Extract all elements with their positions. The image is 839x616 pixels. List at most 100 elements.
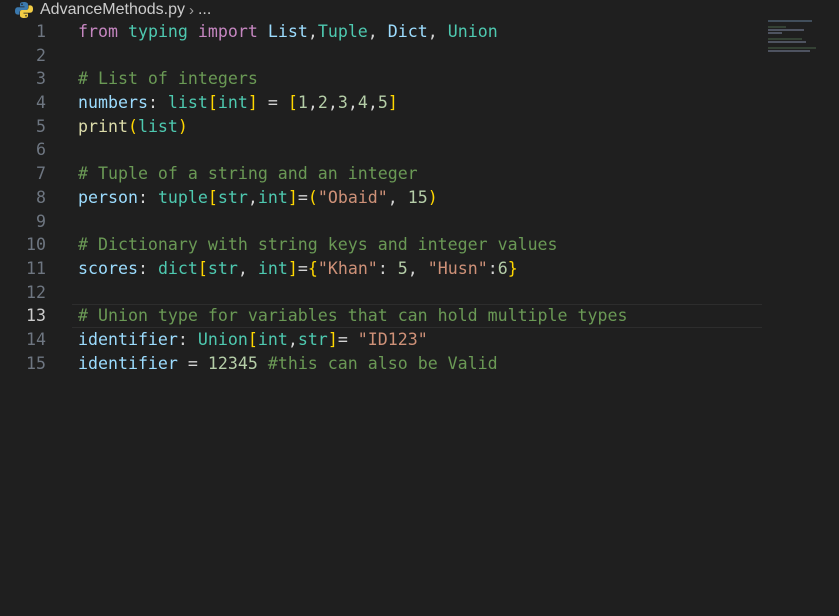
line-number: 8 bbox=[36, 187, 46, 207]
line-number: 2 bbox=[36, 45, 46, 65]
line-number: 4 bbox=[36, 93, 46, 113]
code-content[interactable]: from typing import List,Tuple, Dict, Uni… bbox=[78, 20, 498, 44]
code-content[interactable]: # List of integers bbox=[78, 67, 258, 91]
code-token: Union bbox=[447, 22, 498, 41]
code-content[interactable]: # Tuple of a string and an integer bbox=[78, 162, 418, 186]
code-token: [ bbox=[207, 187, 218, 207]
code-token: numbers bbox=[78, 93, 148, 113]
code-token: , bbox=[367, 22, 388, 41]
code-line[interactable]: 2 bbox=[0, 44, 839, 68]
code-token: # Union type for variables that can hold… bbox=[78, 306, 628, 326]
code-token: #this can also be Valid bbox=[267, 353, 498, 373]
code-token: "Husn" bbox=[427, 258, 488, 278]
code-token: : bbox=[137, 187, 158, 207]
code-token: ] bbox=[247, 93, 258, 113]
code-line[interactable]: 6 bbox=[0, 138, 839, 162]
code-editor[interactable]: 1 from typing import List,Tuple, Dict, Un… bbox=[0, 20, 839, 375]
code-token: [ bbox=[287, 93, 298, 113]
python-file-icon bbox=[14, 1, 34, 19]
code-token: "Obaid" bbox=[317, 187, 388, 207]
code-token: # Dictionary with string keys and intege… bbox=[78, 235, 558, 255]
code-line[interactable]: 4 numbers: list[int] = [1,2,3,4,5] bbox=[0, 91, 839, 115]
code-token: = bbox=[337, 329, 358, 349]
code-line[interactable]: 15 identifier = 12345 #this can also be V… bbox=[0, 352, 839, 376]
line-number: 3 bbox=[36, 69, 46, 89]
code-token: "Khan" bbox=[317, 258, 378, 278]
code-line[interactable]: 9 bbox=[0, 210, 839, 234]
code-token: ] bbox=[327, 329, 338, 349]
code-line[interactable]: 7 # Tuple of a string and an integer bbox=[0, 162, 839, 186]
code-token: list bbox=[167, 93, 208, 113]
minimap[interactable] bbox=[768, 20, 828, 60]
code-token: [ bbox=[207, 93, 218, 113]
code-token: = bbox=[297, 187, 308, 207]
line-number: 5 bbox=[36, 116, 46, 136]
line-number: 6 bbox=[36, 140, 46, 160]
code-token: ] bbox=[287, 187, 298, 207]
line-number: 15 bbox=[26, 353, 46, 373]
code-token: str bbox=[217, 187, 248, 207]
code-content[interactable]: # Dictionary with string keys and intege… bbox=[78, 233, 558, 257]
code-token: Dict bbox=[387, 22, 428, 41]
code-line[interactable]: 11 scores: dict[str, int]={"Khan": 5, "Hu… bbox=[0, 257, 839, 281]
code-token: 5 bbox=[397, 258, 408, 278]
code-token: = bbox=[297, 258, 308, 278]
code-token: ] bbox=[287, 258, 298, 278]
code-token: , bbox=[407, 258, 428, 278]
code-content[interactable]: identifier = 12345 #this can also be Val… bbox=[78, 352, 498, 376]
code-token: tuple bbox=[157, 187, 208, 207]
code-line[interactable]: 12 bbox=[0, 281, 839, 305]
line-number: 10 bbox=[26, 235, 46, 255]
code-line[interactable]: 14 identifier: Union[int,str]= "ID123" bbox=[0, 328, 839, 352]
code-token: # Tuple of a string and an integer bbox=[78, 164, 418, 184]
line-number: 11 bbox=[26, 258, 46, 278]
code-content[interactable]: scores: dict[str, int]={"Khan": 5, "Husn… bbox=[78, 257, 518, 281]
code-token: scores bbox=[78, 258, 138, 278]
code-line[interactable]: 3 # List of integers bbox=[0, 67, 839, 91]
line-number: 13 bbox=[26, 306, 46, 326]
code-line[interactable]: 13 # Union type for variables that can ho… bbox=[0, 304, 839, 328]
line-number: 12 bbox=[26, 282, 46, 302]
code-content[interactable]: person: tuple[str,int]=("Obaid", 15) bbox=[78, 186, 438, 210]
code-token: list bbox=[137, 116, 178, 136]
code-token: : bbox=[487, 258, 498, 278]
code-token: } bbox=[507, 258, 518, 278]
code-token: = bbox=[257, 93, 288, 113]
breadcrumb-ellipsis[interactable]: ... bbox=[198, 1, 211, 19]
code-token: : bbox=[377, 258, 398, 278]
code-token: Union bbox=[197, 329, 248, 349]
breadcrumb[interactable]: AdvanceMethods.py › ... bbox=[0, 0, 211, 20]
breadcrumb-file-name[interactable]: AdvanceMethods.py bbox=[40, 1, 185, 19]
code-token: , bbox=[307, 93, 318, 113]
code-content[interactable]: # Union type for variables that can hold… bbox=[78, 304, 627, 328]
code-token: , bbox=[237, 258, 258, 278]
code-content[interactable]: numbers: list[int] = [1,2,3,4,5] bbox=[78, 91, 398, 115]
code-token: ] bbox=[387, 93, 398, 113]
line-number: 7 bbox=[36, 164, 46, 184]
code-token: ) bbox=[177, 116, 188, 136]
code-token: Tuple bbox=[317, 22, 368, 41]
code-token: typing bbox=[127, 22, 188, 41]
editor-window: AdvanceMethods.py › ... 1 from typing imp… bbox=[0, 0, 839, 616]
code-token: # List of integers bbox=[78, 69, 258, 89]
code-content[interactable]: identifier: Union[int,str]= "ID123" bbox=[78, 328, 428, 352]
code-token: print bbox=[78, 116, 128, 136]
code-content[interactable]: print(list) bbox=[78, 115, 188, 139]
code-token: 3 bbox=[337, 93, 348, 113]
code-line[interactable]: 1 from typing import List,Tuple, Dict, Un… bbox=[0, 20, 839, 44]
code-token: [ bbox=[197, 258, 208, 278]
code-token: "ID123" bbox=[357, 329, 428, 349]
code-token: import bbox=[197, 22, 258, 41]
code-line[interactable]: 8 person: tuple[str,int]=("Obaid", 15) bbox=[0, 186, 839, 210]
code-token: [ bbox=[247, 329, 258, 349]
code-token: : bbox=[177, 329, 198, 349]
code-token: dict bbox=[157, 258, 198, 278]
code-token: 5 bbox=[377, 93, 388, 113]
code-token: 2 bbox=[317, 93, 328, 113]
line-number: 9 bbox=[36, 211, 46, 231]
code-line[interactable]: 10 # Dictionary with string keys and inte… bbox=[0, 233, 839, 257]
code-line[interactable]: 5 print(list) bbox=[0, 115, 839, 139]
code-token: , bbox=[327, 93, 338, 113]
code-token: str bbox=[297, 329, 328, 349]
